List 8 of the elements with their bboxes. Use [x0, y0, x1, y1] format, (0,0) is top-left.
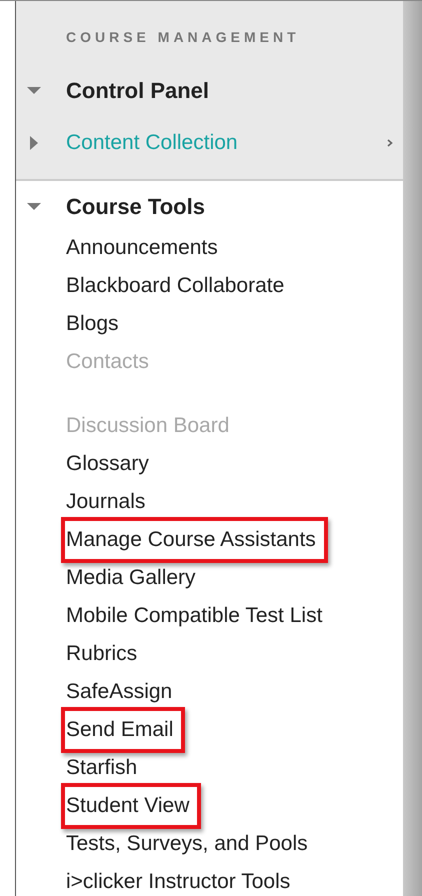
menu-section-title[interactable]: Course Tools	[66, 194, 205, 220]
menu-item[interactable]: Manage Course Assistants	[61, 517, 328, 563]
section-heading: COURSE MANAGEMENT	[66, 29, 301, 45]
scrollbar[interactable]	[403, 1, 422, 896]
chevron-right-icon	[387, 139, 394, 147]
menu-item[interactable]: Student View	[61, 783, 202, 829]
menu-section-title[interactable]: Control Panel	[66, 78, 210, 104]
menu-item[interactable]: Send Email	[61, 707, 186, 753]
